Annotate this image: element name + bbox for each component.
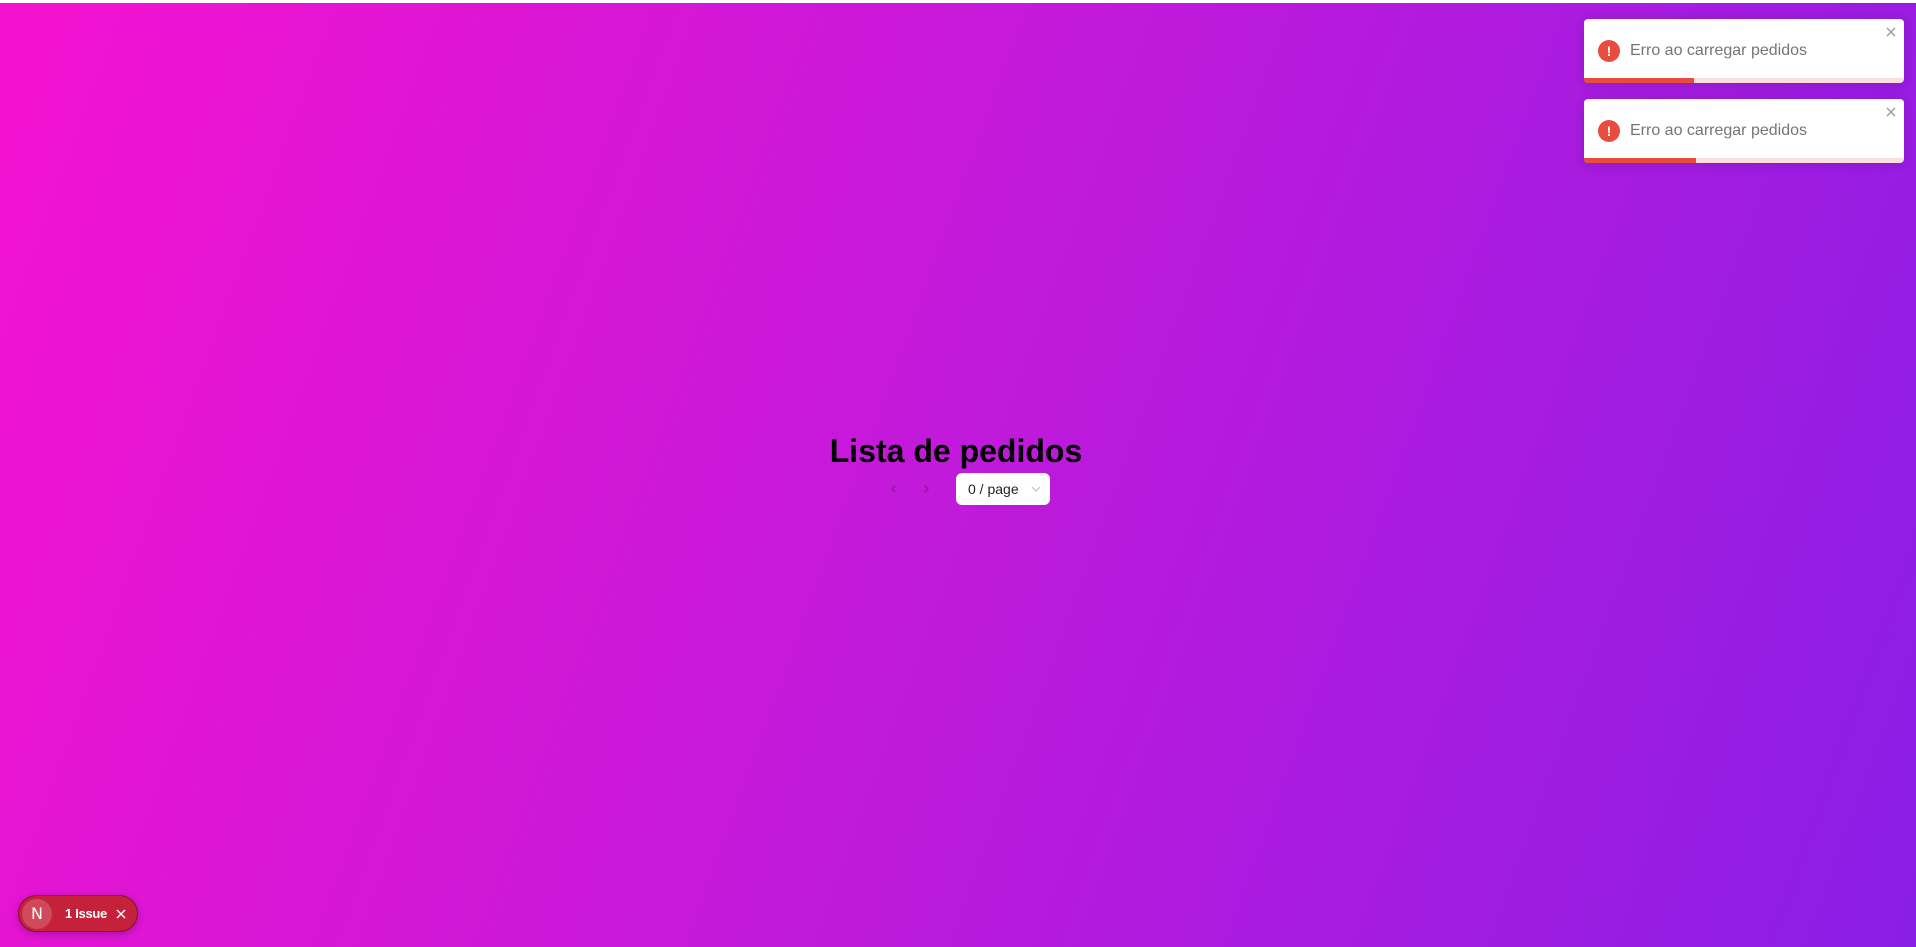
- close-icon[interactable]: [115, 908, 127, 920]
- error-icon: !: [1598, 40, 1620, 62]
- nextjs-logo-icon[interactable]: N: [22, 898, 52, 929]
- toast-message: Erro ao carregar pedidos: [1630, 42, 1807, 59]
- error-icon: !: [1598, 120, 1620, 142]
- error-toast[interactable]: ! Erro ao carregar pedidos: [1584, 99, 1904, 163]
- pagination: 0 / page: [878, 473, 1050, 505]
- toast-progress-bar: [1584, 78, 1695, 83]
- page-title: Lista de pedidos: [829, 433, 1083, 469]
- orders-section: Lista de pedidos 0 / page: [0, 431, 1916, 505]
- toast-message: Erro ao carregar pedidos: [1630, 122, 1807, 139]
- chevron-right-icon: [924, 485, 929, 493]
- dev-issues-indicator: N 1 Issue: [18, 895, 138, 932]
- close-icon[interactable]: [1884, 105, 1898, 119]
- toast-progress-bar: [1584, 158, 1696, 163]
- chevron-left-icon: [891, 485, 896, 493]
- close-icon[interactable]: [1884, 25, 1898, 39]
- issues-count-button[interactable]: 1 Issue: [65, 906, 107, 921]
- app-viewport: Lista de pedidos 0 / page ! Erro ao carr…: [0, 3, 1916, 947]
- pagination-prev-button[interactable]: [878, 473, 910, 505]
- pagination-next-button[interactable]: [910, 473, 942, 505]
- error-toast[interactable]: ! Erro ao carregar pedidos: [1584, 19, 1904, 83]
- page-size-select[interactable]: 0 / page: [956, 473, 1050, 505]
- page-size-value: 0 / page: [968, 481, 1019, 497]
- chevron-down-icon: [1031, 486, 1041, 492]
